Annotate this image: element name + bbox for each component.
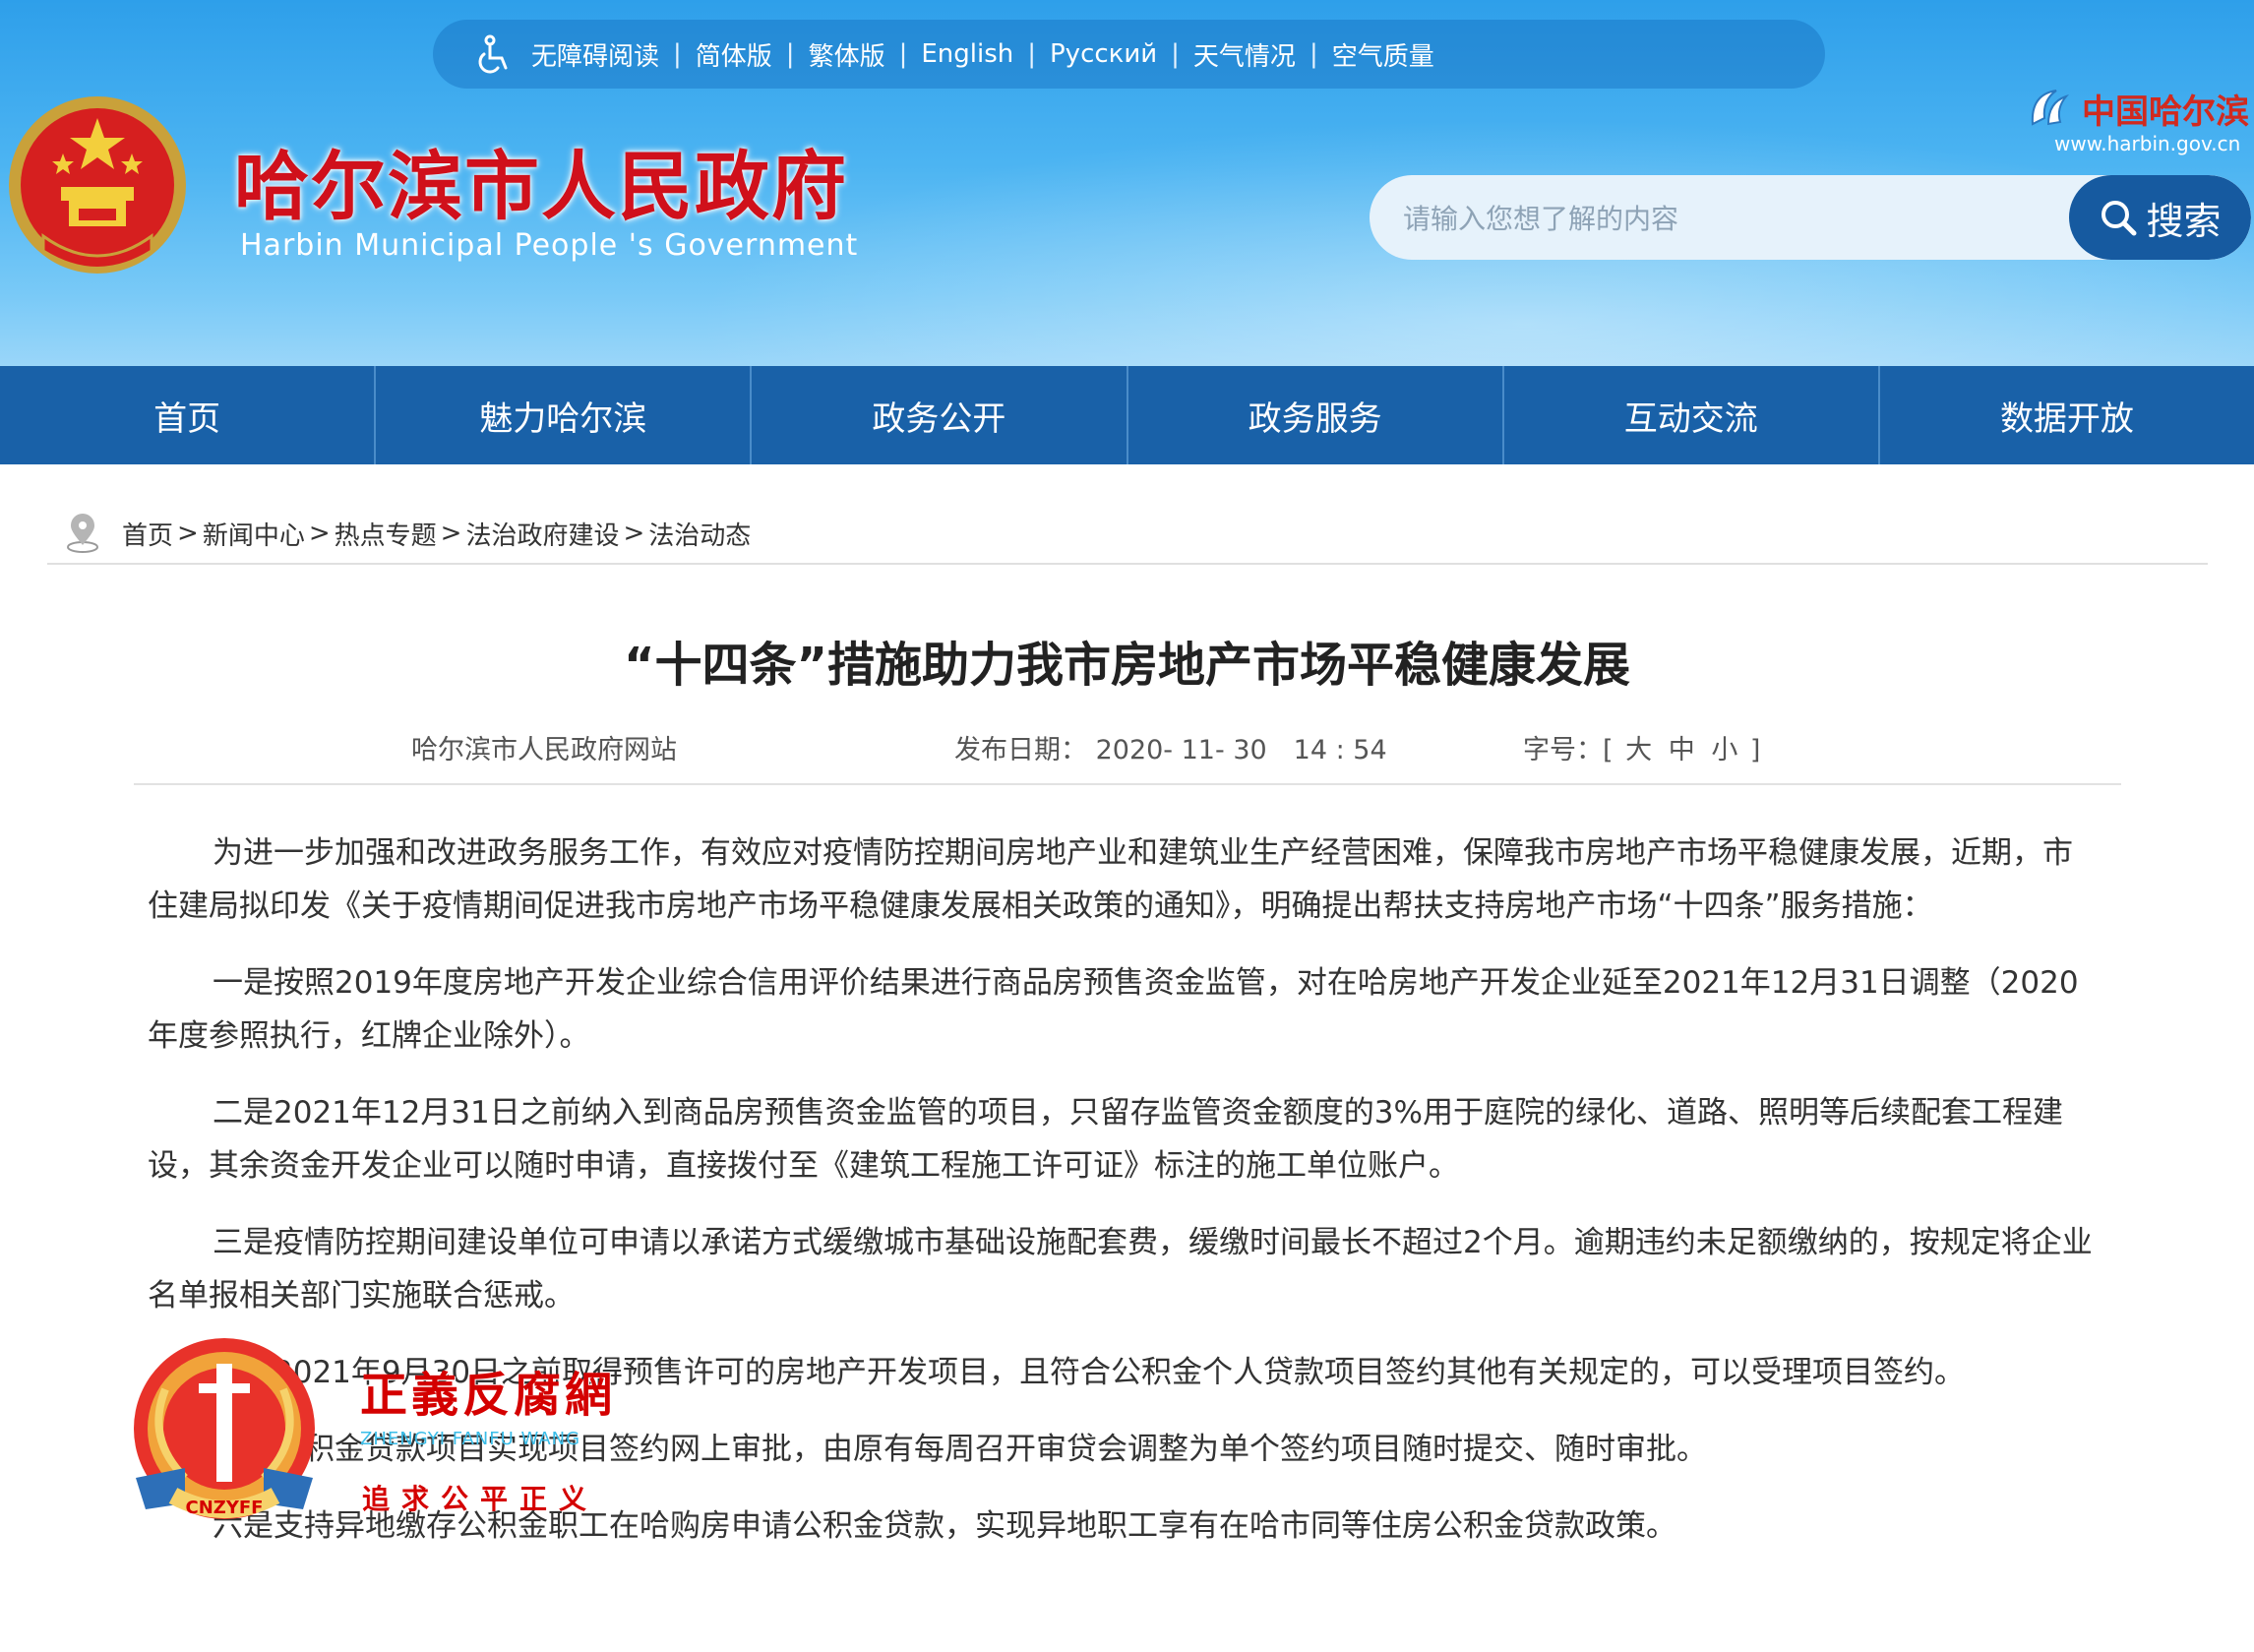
nav-item-interaction[interactable]: 互动交流 [1504, 366, 1880, 464]
topbar-link-air-quality[interactable]: 空气质量 [1332, 36, 1434, 73]
breadcrumb-separator: > [177, 519, 199, 548]
nav-item-open-data[interactable]: 数据开放 [1880, 366, 2254, 464]
breadcrumb: 首页 > 新闻中心 > 热点专题 > 法治政府建设 > 法治动态 [65, 504, 2210, 563]
divider [47, 563, 2208, 565]
harbin-logo-icon [2031, 90, 2070, 126]
watermark-overlay: CNZYFF 正義反腐網 ZHENGYI FANFU WANG 追求公平正义 [126, 1330, 628, 1537]
search-button-label: 搜索 [2146, 199, 2222, 243]
site-title: 哈尔滨市人民政府 [234, 143, 848, 230]
search-icon [2102, 201, 2137, 236]
article-paragraph: 为进一步加强和改进政务服务工作，有效应对疫情防控期间房地产业和建筑业生产经营困难… [148, 835, 2073, 924]
location-pin-icon [67, 514, 98, 553]
national-emblem-icon [9, 96, 186, 274]
breadcrumb-separator: > [308, 519, 331, 548]
search-button[interactable]: 搜索 [2069, 175, 2251, 260]
separator: | [1171, 39, 1180, 69]
breadcrumb-home[interactable]: 首页 [122, 516, 173, 552]
search-box: 搜索 [1370, 175, 2251, 260]
breadcrumb-law-news[interactable]: 法治动态 [648, 516, 751, 552]
breadcrumb-separator: > [623, 519, 645, 548]
topbar-link-english[interactable]: English [921, 39, 1013, 69]
watermark-slogan: 追求公平正义 [362, 1483, 599, 1515]
font-size-medium-button[interactable]: 中 [1669, 735, 1695, 765]
separator: | [898, 39, 908, 69]
watermark-title: 正義反腐網 [360, 1368, 617, 1423]
nav-item-government-services[interactable]: 政务服务 [1128, 366, 1504, 464]
article-date-label: 发布日期： [954, 735, 1087, 765]
article-paragraph: 一是按照2019年度房地产开发企业综合信用评价结果进行商品房预售资金监管，对在哈… [148, 965, 2079, 1054]
article-title: “十四条”措施助力我市房地产市场平稳健康发展 [623, 638, 1631, 693]
font-size-close: ] [1749, 735, 1761, 765]
separator: | [785, 39, 795, 69]
main-nav: 首页 魅力哈尔滨 政务公开 政务服务 互动交流 数据开放 [0, 366, 2254, 464]
site-subtitle: Harbin Municipal People 's Government [240, 228, 859, 263]
article-date: 发布日期： 2020- 11- 30 14 : 54 [954, 728, 1387, 766]
separator: | [1027, 39, 1036, 69]
article-paragraph: 三是疫情防控期间建设单位可申请以承诺方式缓缴城市基础设施配套费，缓缴时间最长不超… [148, 1225, 2093, 1314]
breadcrumb-separator: > [440, 519, 462, 548]
topbar-link-accessible[interactable]: 无障碍阅读 [531, 36, 659, 73]
breadcrumb-news-center[interactable]: 新闻中心 [203, 516, 305, 552]
nav-item-government-affairs[interactable]: 政务公开 [752, 366, 1128, 464]
font-size-label: 字号：[ [1523, 735, 1614, 765]
article-source: 哈尔滨市人民政府网站 [411, 735, 677, 765]
watermark-badge-icon: CNZYFF [134, 1338, 315, 1519]
divider [134, 783, 2121, 785]
nav-item-charm-harbin[interactable]: 魅力哈尔滨 [376, 366, 753, 464]
watermark-pinyin: ZHENGYI FANFU WANG [360, 1429, 581, 1449]
font-size-selector: 字号：[ 大 中 小 ] [1523, 728, 1760, 766]
watermark-badge-text: CNZYFF [186, 1498, 264, 1518]
separator: | [673, 39, 682, 69]
harbin-logo-text: 中国哈尔滨 [2082, 92, 2249, 132]
topbar-link-traditional[interactable]: 繁体版 [809, 36, 885, 73]
harbin-site-url: www.harbin.gov.cn [2054, 132, 2241, 155]
accessibility-icon[interactable] [472, 34, 512, 74]
breadcrumb-hot-topics[interactable]: 热点专题 [335, 516, 437, 552]
topbar-link-simplified[interactable]: 简体版 [696, 36, 772, 73]
nav-item-home[interactable]: 首页 [0, 366, 377, 464]
search-input[interactable] [1401, 175, 2035, 260]
font-size-small-button[interactable]: 小 [1711, 735, 1737, 765]
top-utility-bar: 无障碍阅读 | 简体版 | 繁体版 | English | Русский | … [433, 20, 1825, 89]
article-paragraph: 二是2021年12月31日之前纳入到商品房预售资金监管的项目，只留存监管资金额度… [148, 1095, 2063, 1184]
separator: | [1309, 39, 1318, 69]
font-size-large-button[interactable]: 大 [1625, 735, 1652, 765]
topbar-link-russian[interactable]: Русский [1050, 39, 1157, 69]
breadcrumb-rule-of-law[interactable]: 法治政府建设 [465, 516, 619, 552]
site-header: 无障碍阅读 | 简体版 | 繁体版 | English | Русский | … [0, 0, 2254, 366]
article-date-value: 2020- 11- 30 14 : 54 [1095, 735, 1387, 765]
topbar-link-weather[interactable]: 天气情况 [1193, 36, 1296, 73]
